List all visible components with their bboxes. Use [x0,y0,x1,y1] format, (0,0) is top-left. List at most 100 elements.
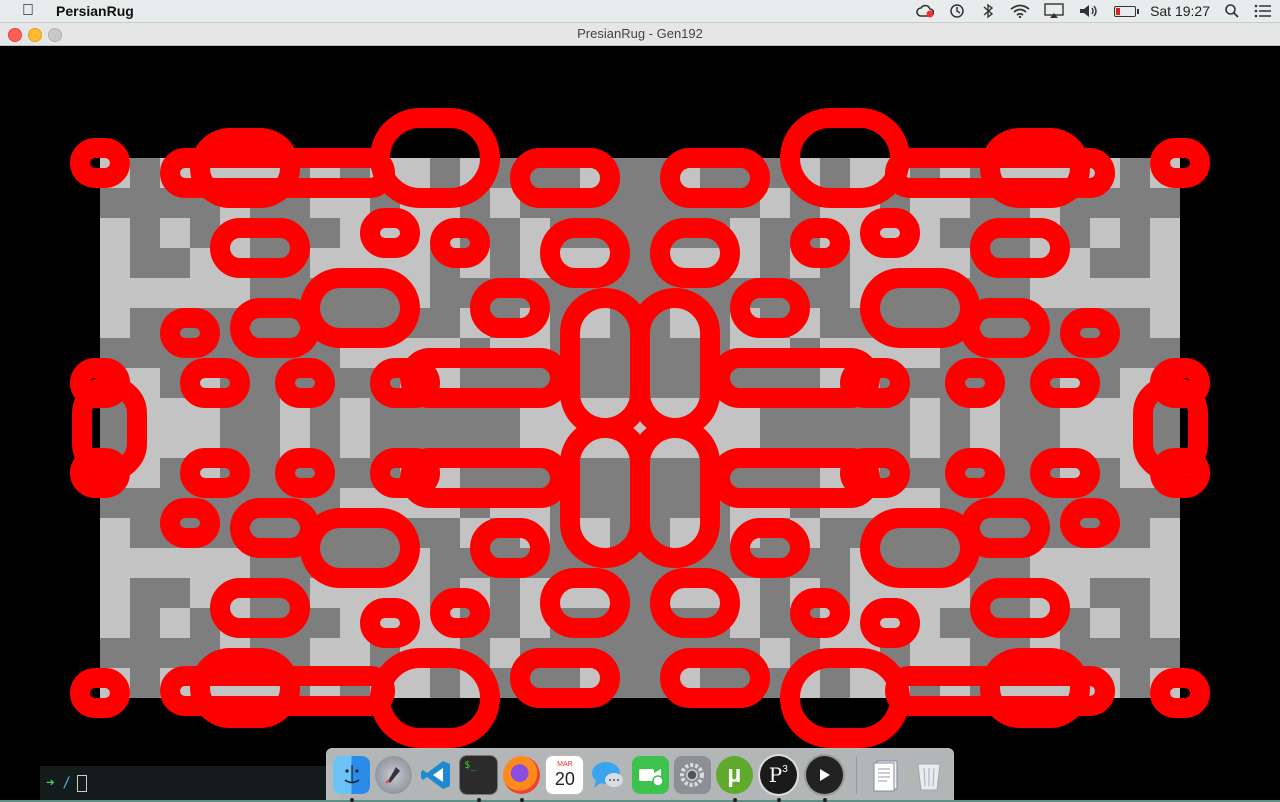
rug-cell [310,218,340,248]
rug-cell [940,608,970,638]
rug-cell [160,398,190,428]
bluetooth-icon[interactable] [980,3,996,19]
play-icon[interactable] [803,753,845,802]
rug-cell [430,158,460,188]
rug-cell [340,638,370,668]
rug-cell [100,608,130,638]
rug-cell [430,668,460,698]
window-titlebar[interactable]: PresianRug - Gen192 [0,23,1280,46]
rug-cell [1000,398,1030,428]
rug-cell [160,428,190,458]
rug-cell [130,608,160,638]
rug-cell [1090,398,1120,428]
rug-cell [820,668,850,698]
status-area: Sat 19:27 [916,0,1272,22]
close-button[interactable] [8,28,22,42]
calendar-day: 20 [554,768,575,789]
wifi-icon[interactable] [1010,4,1030,18]
rug-cell [490,578,520,608]
rug-cell [100,638,130,668]
rug-cell [820,548,850,578]
rug-cell [580,368,610,398]
rug-cell [1000,428,1030,458]
rug-cell [430,548,460,578]
terminal-cursor [76,774,87,792]
rug-cell [130,488,160,518]
terminal-icon[interactable]: $_ [459,754,499,802]
menubar-clock[interactable]: Sat 19:27 [1150,3,1210,19]
rug-cell [1060,278,1090,308]
rug-cell [670,338,700,368]
rug-cell [190,278,220,308]
rug-cell [1120,218,1150,248]
rug-cell [1150,578,1180,608]
rug-cell [940,218,970,248]
rug-cell [580,338,610,368]
rug-cell [160,278,190,308]
rug-cell [1120,278,1150,308]
rug-cell [430,278,460,308]
rug-cell [1120,578,1150,608]
rug-cell [250,428,280,458]
facetime-icon[interactable] [631,755,669,794]
rug-cell [160,248,190,278]
firefox-icon[interactable] [503,755,541,802]
rug-cell [340,398,370,428]
app-window: PresianRug - Gen192 [0,23,1280,800]
rug-cell [1060,548,1090,578]
zoom-button[interactable] [48,28,62,42]
rug-cell [910,428,940,458]
rug-cell [1090,638,1120,668]
rug-cell [1120,188,1150,218]
settings-icon[interactable] [673,755,711,794]
rug-cell [130,518,160,548]
minimize-button[interactable] [28,28,42,42]
search-icon[interactable] [1224,3,1240,19]
messages-icon[interactable] [589,756,626,794]
rug-cell [1120,668,1150,698]
rug-cell [910,638,940,668]
rug-cell [100,248,130,278]
rug-cell [820,158,850,188]
apple-menu-icon[interactable]:  [0,2,56,20]
terminal-window[interactable]: ➜ / [40,766,340,800]
rug-cell [1150,608,1180,638]
rug-cell [580,458,610,488]
rug-cell [1090,578,1120,608]
p3-icon[interactable]: P3 [757,753,799,802]
trash-icon[interactable] [910,756,947,794]
menu-bar:  PersianRug Sat 19:27 [0,0,1280,23]
rug-cell [1120,338,1150,368]
battery-icon[interactable] [1114,5,1140,17]
rug-cell [340,368,370,398]
rug-cell [130,578,160,608]
documents-icon[interactable] [868,756,905,794]
finder-icon[interactable] [333,755,371,802]
app-menu[interactable]: PersianRug [56,3,134,19]
launchpad-icon[interactable] [375,755,413,794]
vscode-icon[interactable] [417,756,454,794]
utorrent-icon[interactable]: µ [715,755,753,802]
creative-cloud-icon[interactable] [916,4,935,18]
rug-cell [100,188,130,218]
rug-cell [160,638,190,668]
dock-separator [855,755,857,794]
rug-cell [910,368,940,398]
rug-cell [940,638,970,668]
rug-cell [1150,248,1180,278]
rug-cell [130,638,160,668]
dock: $_ MAR 20 µ P3 [326,748,954,802]
airplay-icon[interactable] [1044,3,1064,19]
rug-cell [1090,218,1120,248]
rug-cell [130,248,160,278]
prompt-arrow: ➜ [46,775,55,791]
volume-icon[interactable] [1078,3,1100,19]
rug-cell [670,488,700,518]
rug-cell [430,518,460,548]
rug-cell [130,188,160,218]
time-machine-icon[interactable] [948,3,966,19]
notification-center-icon[interactable] [1254,4,1272,18]
rug-cell [400,158,430,188]
rug-cell [1150,278,1180,308]
calendar-icon[interactable]: MAR 20 [545,754,585,795]
